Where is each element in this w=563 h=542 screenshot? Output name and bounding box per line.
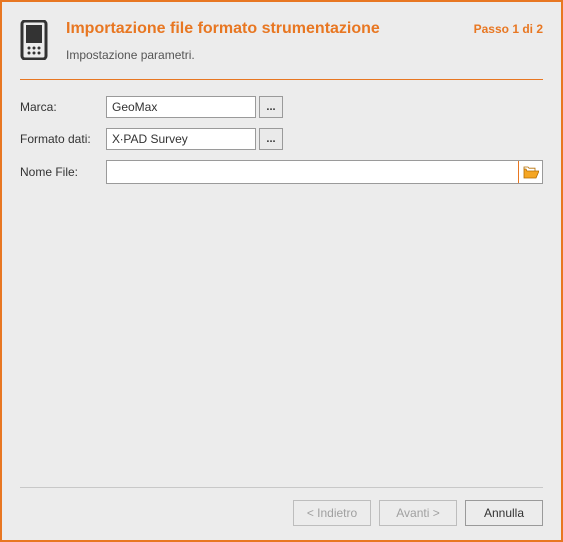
format-input[interactable] <box>106 128 256 150</box>
folder-open-button[interactable] <box>518 161 542 183</box>
header-text: Importazione file formato strumentazione… <box>66 20 460 62</box>
format-row: Formato dati: ... <box>20 128 543 150</box>
dialog-header: Importazione file formato strumentazione… <box>20 14 543 65</box>
header-divider <box>20 79 543 80</box>
cancel-button[interactable]: Annulla <box>465 500 543 526</box>
format-browse-button[interactable]: ... <box>259 128 283 150</box>
device-icon <box>20 20 52 65</box>
filename-row: Nome File: <box>20 160 543 184</box>
brand-label: Marca: <box>20 100 106 114</box>
import-dialog: Importazione file formato strumentazione… <box>0 0 563 542</box>
folder-open-icon <box>523 166 539 179</box>
brand-browse-button[interactable]: ... <box>259 96 283 118</box>
brand-field-group: ... <box>106 96 283 118</box>
filename-label: Nome File: <box>20 165 106 179</box>
form-area: Marca: ... Formato dati: ... Nome File: <box>20 96 543 487</box>
format-field-group: ... <box>106 128 283 150</box>
format-label: Formato dati: <box>20 132 106 146</box>
dialog-title: Importazione file formato strumentazione <box>66 20 460 38</box>
next-button: Avanti > <box>379 500 457 526</box>
brand-row: Marca: ... <box>20 96 543 118</box>
dialog-footer: < Indietro Avanti > Annulla <box>20 487 543 526</box>
filename-input-wrap <box>106 160 543 184</box>
filename-field-group <box>106 160 543 184</box>
step-indicator: Passo 1 di 2 <box>474 20 543 36</box>
filename-input[interactable] <box>107 161 518 183</box>
back-button: < Indietro <box>293 500 371 526</box>
brand-input[interactable] <box>106 96 256 118</box>
dialog-subtitle: Impostazione parametri. <box>66 48 460 62</box>
